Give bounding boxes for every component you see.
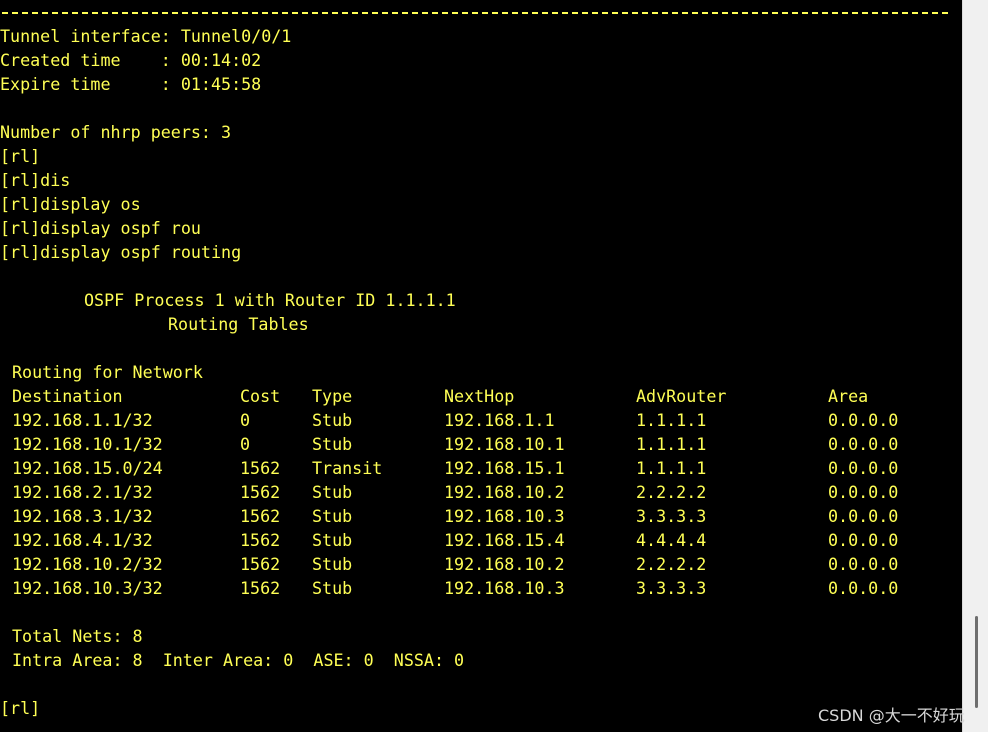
cell-area: 0.0.0.0	[828, 434, 899, 454]
cell-destination: 192.168.15.0/24	[12, 458, 163, 478]
cell-area: 0.0.0.0	[828, 410, 899, 430]
cell-nexthop: 192.168.10.2	[444, 554, 565, 574]
cell-type: Stub	[312, 410, 353, 430]
cell-nexthop: 192.168.1.1	[444, 410, 555, 430]
cell-destination: 192.168.10.1/32	[12, 434, 163, 454]
cell-cost: 1562	[240, 554, 281, 574]
cell-type: Transit	[312, 458, 383, 478]
created-time-line: Created time : 00:14:02	[0, 50, 262, 70]
cell-advrouter: 1.1.1.1	[636, 458, 707, 478]
cell-type: Stub	[312, 578, 353, 598]
cell-nexthop: 192.168.10.2	[444, 482, 565, 502]
command-line-2: [rl]dis	[0, 170, 71, 190]
cell-advrouter: 1.1.1.1	[636, 434, 707, 454]
cell-cost: 1562	[240, 506, 281, 526]
routing-tables-title: Routing Tables	[168, 314, 309, 334]
area-summary-line: Intra Area: 8 Inter Area: 0 ASE: 0 NSSA:…	[12, 650, 465, 670]
cell-nexthop: 192.168.15.4	[444, 530, 565, 550]
cell-area: 0.0.0.0	[828, 506, 899, 526]
cell-cost: 1562	[240, 530, 281, 550]
separator-line	[2, 12, 948, 14]
cell-advrouter: 2.2.2.2	[636, 554, 707, 574]
cell-destination: 192.168.10.2/32	[12, 554, 163, 574]
cell-destination: 192.168.1.1/32	[12, 410, 153, 430]
command-line-3: [rl]display os	[0, 194, 141, 214]
cell-destination: 192.168.10.3/32	[12, 578, 163, 598]
total-nets-line: Total Nets: 8	[12, 626, 143, 646]
cell-type: Stub	[312, 554, 353, 574]
command-line-4: [rl]display ospf rou	[0, 218, 201, 238]
cell-cost: 1562	[240, 578, 281, 598]
scrollbar-thumb[interactable]	[975, 616, 978, 708]
cell-type: Stub	[312, 434, 353, 454]
cell-advrouter: 2.2.2.2	[636, 482, 707, 502]
expire-time-line: Expire time : 01:45:58	[0, 74, 262, 94]
cell-type: Stub	[312, 506, 353, 526]
cell-destination: 192.168.2.1/32	[12, 482, 153, 502]
ospf-process-header: OSPF Process 1 with Router ID 1.1.1.1	[84, 290, 456, 310]
cell-destination: 192.168.3.1/32	[12, 506, 153, 526]
cell-area: 0.0.0.0	[828, 578, 899, 598]
column-header-destination: Destination	[12, 386, 123, 406]
command-line-1: [rl]	[0, 146, 41, 166]
nhrp-peers-line: Number of nhrp peers: 3	[0, 122, 232, 142]
cell-nexthop: 192.168.15.1	[444, 458, 565, 478]
cell-area: 0.0.0.0	[828, 482, 899, 502]
cell-cost: 1562	[240, 482, 281, 502]
cell-nexthop: 192.168.10.3	[444, 578, 565, 598]
cell-area: 0.0.0.0	[828, 554, 899, 574]
column-header-advrouter: AdvRouter	[636, 386, 727, 406]
cell-advrouter: 1.1.1.1	[636, 410, 707, 430]
terminal-window[interactable]: Tunnel interface: Tunnel0/0/1 Created ti…	[0, 0, 962, 732]
cell-advrouter: 3.3.3.3	[636, 578, 707, 598]
tunnel-interface-line: Tunnel interface: Tunnel0/0/1	[0, 26, 292, 46]
cell-area: 0.0.0.0	[828, 530, 899, 550]
command-line-5: [rl]display ospf routing	[0, 242, 242, 262]
command-prompt[interactable]: [rl]	[0, 696, 40, 720]
column-header-type: Type	[312, 386, 353, 406]
cell-cost: 0	[240, 410, 251, 430]
cell-type: Stub	[312, 530, 353, 550]
routing-for-network-label: Routing for Network	[12, 362, 203, 382]
csdn-watermark: CSDN @大一不好玩	[818, 706, 965, 725]
cell-type: Stub	[312, 482, 353, 502]
cell-cost: 1562	[240, 458, 281, 478]
cell-cost: 0	[240, 434, 251, 454]
cell-destination: 192.168.4.1/32	[12, 530, 153, 550]
cell-nexthop: 192.168.10.1	[444, 434, 565, 454]
column-header-nexthop: NextHop	[444, 386, 515, 406]
column-header-cost: Cost	[240, 386, 281, 406]
cell-area: 0.0.0.0	[828, 458, 899, 478]
vertical-scrollbar[interactable]	[962, 0, 988, 732]
column-header-area: Area	[828, 386, 869, 406]
cell-advrouter: 3.3.3.3	[636, 506, 707, 526]
cell-advrouter: 4.4.4.4	[636, 530, 707, 550]
cell-nexthop: 192.168.10.3	[444, 506, 565, 526]
